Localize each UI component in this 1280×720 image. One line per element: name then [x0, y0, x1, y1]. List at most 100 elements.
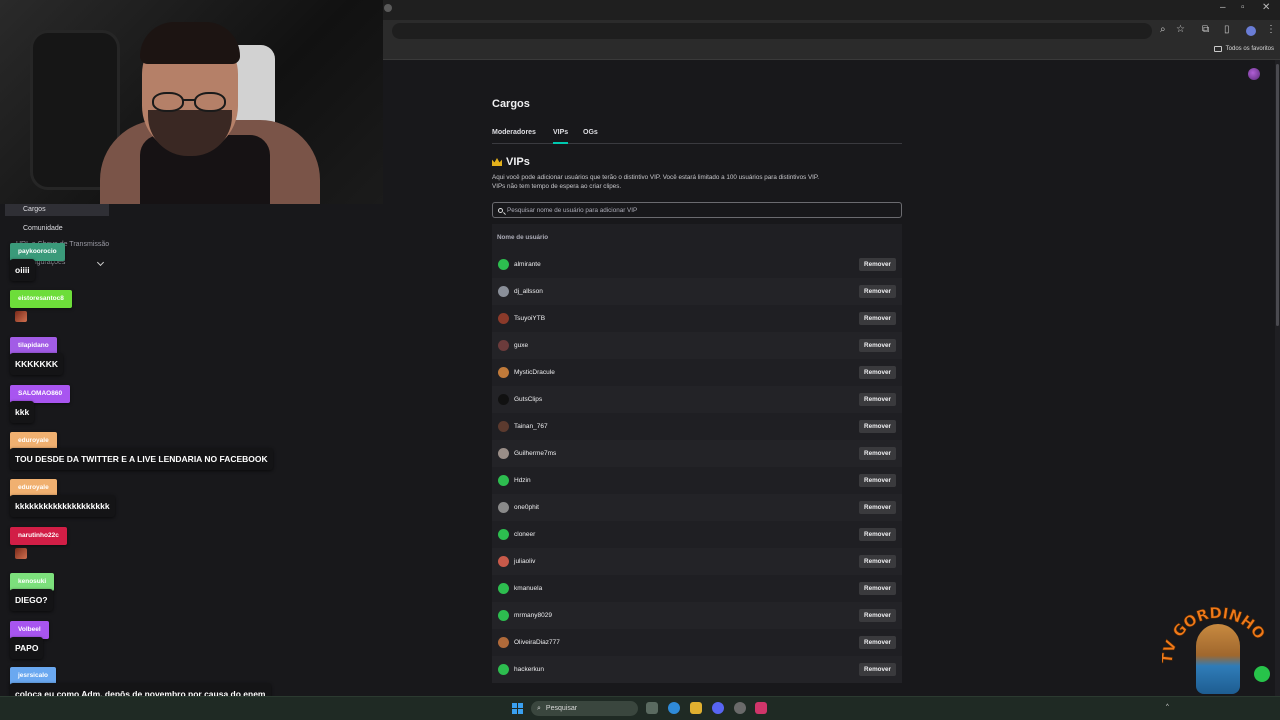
user-avatar	[498, 475, 509, 486]
remove-button[interactable]: Remover	[859, 501, 896, 514]
star-icon[interactable]: ☆	[1176, 24, 1185, 35]
username: guxe	[514, 342, 529, 349]
table-row: kmanuela Remover	[492, 575, 902, 602]
tab-ogs[interactable]: OGs	[583, 129, 598, 142]
search-icon: ⌕	[537, 704, 541, 712]
settings-sidebar: Cargos Comunidade	[5, 204, 109, 240]
remove-button[interactable]: Remover	[859, 393, 896, 406]
menu-icon[interactable]: ⋮	[1266, 24, 1276, 35]
remove-button[interactable]: Remover	[859, 663, 896, 676]
remove-button[interactable]: Remover	[859, 636, 896, 649]
search-icon	[498, 207, 503, 213]
chat-username[interactable]: narutinho22c	[10, 527, 67, 545]
page-title: Cargos	[492, 98, 530, 110]
chat-username[interactable]: eistoresantoc8	[10, 290, 72, 308]
crown-icon	[492, 158, 502, 166]
remove-button[interactable]: Remover	[859, 582, 896, 595]
chat-message: kkkkkkkkkkkkkkkkkkkk	[10, 495, 115, 517]
remove-button[interactable]: Remover	[859, 366, 896, 379]
remove-button[interactable]: Remover	[859, 474, 896, 487]
table-header: Nome de usuário	[492, 224, 902, 251]
username: mrmany8029	[514, 612, 552, 619]
sidebar-item-comunidade[interactable]: Comunidade	[5, 222, 109, 240]
chat-message: TOU DESDE DA TWITTER E A LIVE LENDARIA N…	[10, 448, 273, 470]
remove-button[interactable]: Remover	[859, 420, 896, 433]
tab-favicon[interactable]	[384, 4, 392, 12]
webcam-overlay	[0, 0, 383, 204]
minimize-icon[interactable]: –	[1220, 2, 1226, 13]
emote-icon	[15, 311, 27, 322]
user-avatar	[498, 556, 509, 567]
user-avatar	[498, 529, 509, 540]
role-tabs: Moderadores VIPs OGs	[492, 128, 902, 144]
username: Tainan_767	[514, 423, 548, 430]
user-avatar	[498, 664, 509, 675]
chat-message: kkk	[10, 401, 35, 423]
folder-icon	[1213, 46, 1222, 52]
file-explorer-icon[interactable]	[690, 702, 702, 714]
section-header: VIPs	[492, 156, 530, 168]
zoom-icon[interactable]: ⌕	[1160, 24, 1166, 35]
user-avatar	[498, 637, 509, 648]
person-hair	[140, 22, 240, 64]
user-avatar	[498, 367, 509, 378]
section-title: VIPs	[506, 156, 530, 168]
windows-taskbar: ⌕ Pesquisar ^	[0, 696, 1280, 720]
table-row: dj_allsson Remover	[492, 278, 902, 305]
username: OliveiraDiaz777	[514, 639, 560, 646]
whatsapp-icon	[1254, 666, 1270, 682]
extensions-icon[interactable]: ⧉	[1202, 24, 1209, 35]
tab-vips[interactable]: VIPs	[553, 129, 569, 144]
username: dj_allsson	[514, 288, 543, 295]
remove-button[interactable]: Remover	[859, 312, 896, 325]
username: MysticDracule	[514, 369, 555, 376]
obs-icon[interactable]	[734, 702, 746, 714]
windows-start-icon[interactable]	[512, 703, 523, 714]
user-avatar	[498, 394, 509, 405]
all-bookmarks-button[interactable]: Todos os favoritos	[1213, 46, 1274, 52]
username: cloneer	[514, 531, 536, 538]
address-bar[interactable]	[392, 23, 1152, 39]
remove-button[interactable]: Remover	[859, 339, 896, 352]
sidebar-item-cargos[interactable]: Cargos	[5, 204, 109, 216]
column-header-username: Nome de usuário	[497, 234, 549, 241]
table-row: Tainan_767 Remover	[492, 413, 902, 440]
description-line-1: Aqui você pode adicionar usuários que te…	[492, 174, 820, 181]
table-row: Guilherme7ms Remover	[492, 440, 902, 467]
close-window-icon[interactable]: ✕	[1262, 2, 1270, 13]
table-row: GutsClips Remover	[492, 386, 902, 413]
table-row: guxe Remover	[492, 332, 902, 359]
remove-button[interactable]: Remover	[859, 258, 896, 271]
chat-message: oiiii	[10, 259, 35, 281]
profile-avatar[interactable]	[1246, 26, 1256, 36]
user-avatar	[498, 448, 509, 459]
username: TsuyoiYTB	[514, 315, 546, 322]
username: juliaoliv	[514, 558, 536, 565]
chat-message: KKKKKKK	[10, 353, 63, 375]
task-view-icon[interactable]	[646, 702, 658, 714]
remove-button[interactable]: Remover	[859, 609, 896, 622]
all-bookmarks-label: Todos os favoritos	[1225, 46, 1274, 52]
vip-search-input[interactable]: Pesquisar nome de usuário para adicionar…	[492, 202, 902, 218]
user-avatar	[498, 421, 509, 432]
chrome-icon[interactable]	[668, 702, 680, 714]
username: hackerkun	[514, 666, 544, 673]
remove-button[interactable]: Remover	[859, 528, 896, 541]
user-avatar	[498, 340, 509, 351]
tab-moderadores[interactable]: Moderadores	[492, 129, 536, 142]
remove-button[interactable]: Remover	[859, 555, 896, 568]
table-row: OliveiraDiaz777 Remover	[492, 629, 902, 656]
table-row: Hdzin Remover	[492, 467, 902, 494]
discord-icon[interactable]	[712, 702, 724, 714]
remove-button[interactable]: Remover	[859, 285, 896, 298]
user-avatar	[498, 259, 509, 270]
sidepanel-icon[interactable]: ▯	[1224, 24, 1230, 35]
remove-button[interactable]: Remover	[859, 447, 896, 460]
user-avatar	[498, 313, 509, 324]
table-row: cloneer Remover	[492, 521, 902, 548]
account-avatar[interactable]	[1248, 68, 1260, 80]
app-icon[interactable]	[755, 702, 767, 714]
scrollbar-thumb[interactable]	[1276, 64, 1279, 326]
maximize-icon[interactable]: ▫	[1241, 2, 1245, 13]
taskbar-search[interactable]: ⌕ Pesquisar	[531, 701, 638, 716]
